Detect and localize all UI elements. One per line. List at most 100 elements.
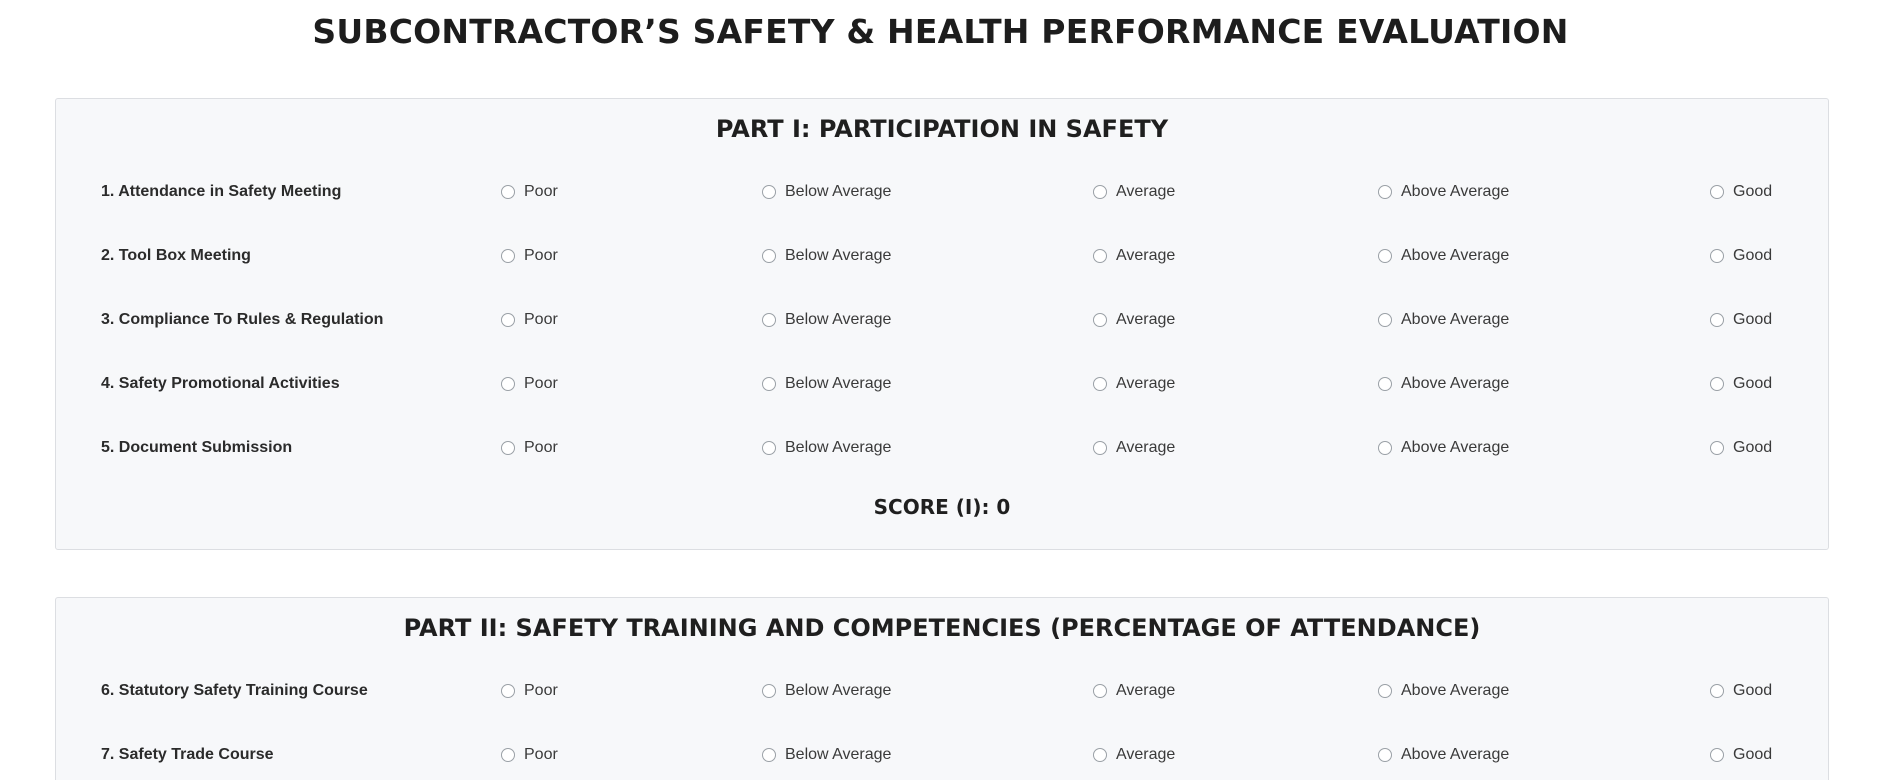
option-label: Above Average (1401, 746, 1510, 763)
option-good[interactable]: Good (1710, 246, 1772, 266)
radio-button[interactable] (1710, 185, 1724, 199)
option-label: Good (1733, 311, 1773, 328)
option-label: Poor (524, 439, 558, 456)
option-label: Average (1116, 375, 1176, 392)
option-above-average[interactable]: Above Average (1378, 374, 1509, 394)
page-title: SUBCONTRACTOR’S SAFETY & HEALTH PERFORMA… (312, 12, 1569, 51)
option-label: Above Average (1401, 311, 1510, 328)
radio-button[interactable] (1093, 748, 1107, 762)
option-label: Above Average (1401, 682, 1510, 699)
option-average[interactable]: Average (1093, 374, 1175, 394)
radio-button[interactable] (501, 441, 515, 455)
option-below-average[interactable]: Below Average (762, 374, 891, 394)
question-label: 5. Document Submission (101, 439, 293, 456)
radio-button[interactable] (1093, 249, 1107, 263)
option-good[interactable]: Good (1710, 374, 1772, 394)
radio-button[interactable] (1378, 441, 1392, 455)
radio-button[interactable] (1710, 249, 1724, 263)
question-label: 7. Safety Trade Course (101, 746, 274, 763)
radio-button[interactable] (1710, 377, 1724, 391)
question-row-6: 6. Statutory Safety Training Course Poor… (56, 676, 1828, 706)
option-poor[interactable]: Poor (501, 182, 558, 202)
option-label: Good (1733, 439, 1773, 456)
option-label: Below Average (785, 682, 892, 699)
part2-title: PART II: SAFETY TRAINING AND COMPETENCIE… (403, 614, 1481, 642)
option-poor[interactable]: Poor (501, 681, 558, 701)
radio-button[interactable] (762, 313, 776, 327)
option-average[interactable]: Average (1093, 182, 1175, 202)
radio-button[interactable] (762, 377, 776, 391)
option-poor[interactable]: Poor (501, 374, 558, 394)
option-good[interactable]: Good (1710, 310, 1772, 330)
question-label: 4. Safety Promotional Activities (101, 375, 340, 392)
question-label: 3. Compliance To Rules & Regulation (101, 311, 384, 328)
question-row-1: 1. Attendance in Safety Meeting Poor Bel… (56, 177, 1828, 207)
option-label: Poor (524, 183, 558, 200)
radio-button[interactable] (762, 441, 776, 455)
radio-button[interactable] (501, 313, 515, 327)
radio-button[interactable] (1710, 441, 1724, 455)
option-label: Above Average (1401, 375, 1510, 392)
option-average[interactable]: Average (1093, 745, 1175, 765)
radio-button[interactable] (1093, 684, 1107, 698)
part1-title: PART I: PARTICIPATION IN SAFETY (715, 115, 1169, 143)
option-label: Average (1116, 439, 1176, 456)
option-below-average[interactable]: Below Average (762, 438, 891, 458)
option-below-average[interactable]: Below Average (762, 681, 891, 701)
option-below-average[interactable]: Below Average (762, 310, 891, 330)
radio-button[interactable] (1093, 441, 1107, 455)
radio-button[interactable] (501, 185, 515, 199)
option-poor[interactable]: Poor (501, 745, 558, 765)
option-label: Average (1116, 682, 1176, 699)
option-above-average[interactable]: Above Average (1378, 681, 1509, 701)
option-average[interactable]: Average (1093, 310, 1175, 330)
option-poor[interactable]: Poor (501, 438, 558, 458)
radio-button[interactable] (1093, 377, 1107, 391)
option-above-average[interactable]: Above Average (1378, 438, 1509, 458)
option-below-average[interactable]: Below Average (762, 246, 891, 266)
option-above-average[interactable]: Above Average (1378, 745, 1509, 765)
question-row-5: 5. Document Submission Poor Below Averag… (56, 433, 1828, 463)
radio-button[interactable] (762, 249, 776, 263)
option-good[interactable]: Good (1710, 681, 1772, 701)
radio-button[interactable] (762, 684, 776, 698)
radio-button[interactable] (1378, 684, 1392, 698)
option-label: Good (1733, 183, 1773, 200)
radio-button[interactable] (501, 748, 515, 762)
radio-button[interactable] (1378, 249, 1392, 263)
radio-button[interactable] (1710, 313, 1724, 327)
radio-button[interactable] (1378, 377, 1392, 391)
radio-button[interactable] (1710, 684, 1724, 698)
option-label: Average (1116, 311, 1176, 328)
option-label: Above Average (1401, 247, 1510, 264)
radio-button[interactable] (1093, 185, 1107, 199)
radio-button[interactable] (1710, 748, 1724, 762)
radio-button[interactable] (501, 377, 515, 391)
option-label: Average (1116, 247, 1176, 264)
radio-button[interactable] (762, 185, 776, 199)
score-part1: SCORE (I): 0 (873, 495, 1011, 519)
option-above-average[interactable]: Above Average (1378, 182, 1509, 202)
option-good[interactable]: Good (1710, 745, 1772, 765)
radio-button[interactable] (501, 684, 515, 698)
option-above-average[interactable]: Above Average (1378, 246, 1509, 266)
option-poor[interactable]: Poor (501, 310, 558, 330)
option-below-average[interactable]: Below Average (762, 745, 891, 765)
option-good[interactable]: Good (1710, 438, 1772, 458)
option-label: Poor (524, 746, 558, 763)
radio-button[interactable] (762, 748, 776, 762)
option-average[interactable]: Average (1093, 246, 1175, 266)
option-below-average[interactable]: Below Average (762, 182, 891, 202)
question-label: 6. Statutory Safety Training Course (101, 682, 368, 699)
question-row-3: 3. Compliance To Rules & Regulation Poor… (56, 305, 1828, 335)
option-average[interactable]: Average (1093, 681, 1175, 701)
radio-button[interactable] (1378, 748, 1392, 762)
option-good[interactable]: Good (1710, 182, 1772, 202)
option-poor[interactable]: Poor (501, 246, 558, 266)
radio-button[interactable] (1378, 185, 1392, 199)
option-above-average[interactable]: Above Average (1378, 310, 1509, 330)
radio-button[interactable] (501, 249, 515, 263)
radio-button[interactable] (1093, 313, 1107, 327)
option-average[interactable]: Average (1093, 438, 1175, 458)
radio-button[interactable] (1378, 313, 1392, 327)
